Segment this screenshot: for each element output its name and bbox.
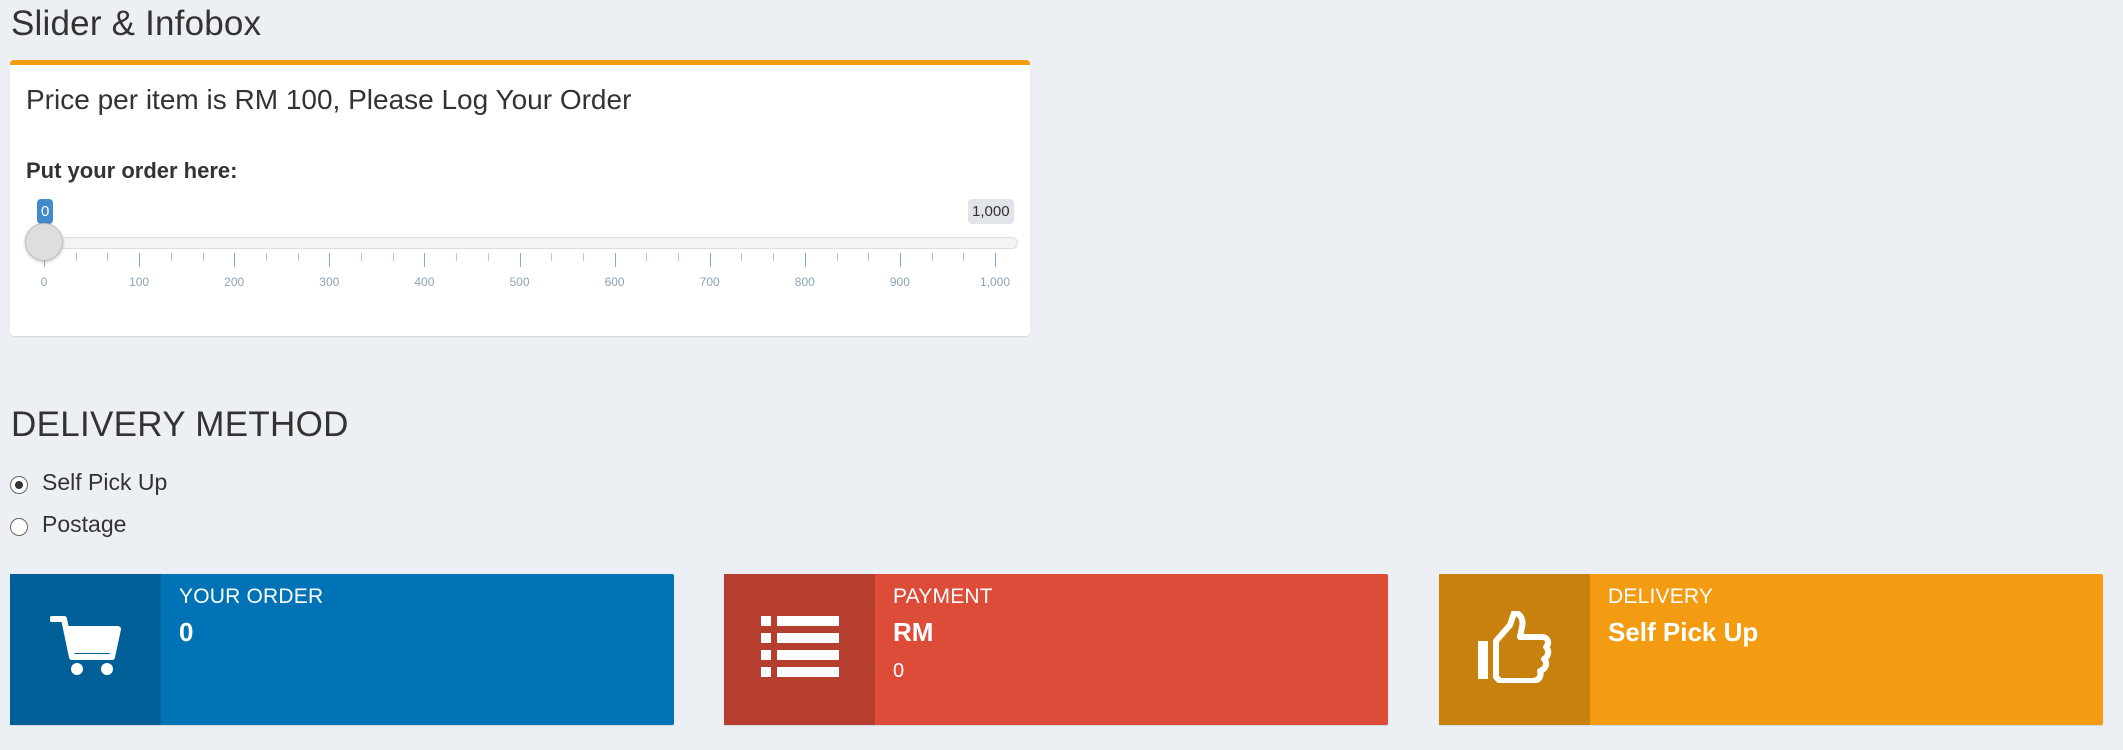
infobox-value: RM	[893, 617, 934, 647]
slider-tick-label: 1,000	[979, 275, 1011, 289]
slider-tick-minor	[107, 253, 109, 261]
slider-tick-minor	[361, 253, 362, 261]
slider-tick-minor	[646, 253, 648, 261]
slider-tick-minor	[836, 253, 838, 261]
slider-tick-major	[614, 253, 616, 267]
slider-tick-major	[804, 253, 806, 267]
slider-tick-label: 800	[794, 275, 815, 289]
infobox-icon-area	[1439, 574, 1590, 725]
slider-tick-minor	[551, 253, 553, 261]
slider-tick-minor	[678, 253, 679, 261]
slider-handle[interactable]	[25, 223, 63, 261]
slider-tick-minor	[963, 253, 965, 261]
slider-tick-minor	[202, 253, 204, 261]
slider-tick-major	[234, 253, 236, 267]
slider-tick-minor	[75, 253, 77, 261]
slider-tick-major	[709, 253, 711, 267]
slider-tick-label: 200	[224, 275, 245, 289]
slider-tick-major	[329, 253, 331, 267]
slider-tick-major	[995, 253, 996, 267]
infobox-title: DELIVERY	[1608, 585, 1714, 608]
slider-tick-minor	[487, 253, 489, 261]
slider-tick-label: 700	[699, 275, 720, 289]
radio-label-self-pick-up: Self Pick Up	[42, 468, 168, 495]
shopping-cart-icon	[48, 615, 122, 684]
thumbs-up-icon	[1476, 610, 1554, 688]
slider-tick-minor	[265, 253, 267, 261]
slider-label: Put your order here:	[26, 158, 238, 183]
slider-tick-label: 900	[889, 275, 910, 289]
infobox-icon-area	[10, 574, 161, 725]
slider-tick-minor	[931, 253, 933, 261]
slider-tick-minor	[868, 253, 870, 261]
slider-max-tag: 1,000	[968, 199, 1014, 224]
radio-option-self-pick-up[interactable]: Self Pick Up	[10, 467, 167, 497]
infobox-subvalue: 0	[893, 660, 905, 682]
slider-value-tag: 0	[37, 199, 54, 224]
slider-tick-major	[139, 253, 141, 267]
slider-tick-label: 100	[129, 275, 150, 289]
slider-tick-label: 400	[414, 275, 435, 289]
slider-tick-label: 0	[40, 275, 48, 289]
radio-button-postage[interactable]	[10, 518, 28, 536]
slider-tick-minor	[582, 253, 584, 261]
infobox-title: YOUR ORDER	[179, 585, 324, 608]
radio-option-postage[interactable]: Postage	[10, 509, 126, 539]
radio-button-self-pick-up[interactable]	[10, 476, 28, 494]
slider-tick-label: 600	[604, 275, 625, 289]
order-box-title: Price per item is RM 100, Please Log You…	[26, 84, 632, 115]
infobox-icon-area	[724, 574, 875, 725]
list-icon	[760, 616, 839, 683]
slider-tick-minor	[456, 253, 458, 261]
slider-tick-major	[519, 253, 521, 267]
slider-track[interactable]	[42, 237, 1018, 249]
slider-tick-label: 300	[319, 275, 340, 289]
infobox-title: PAYMENT	[893, 585, 993, 608]
infobox-value: 0	[179, 617, 194, 647]
infobox-value: Self Pick Up	[1608, 617, 1759, 647]
slider-tick-minor	[170, 253, 172, 261]
slider-tick-major	[899, 253, 901, 267]
order-box: Price per item is RM 100, Please Log You…	[10, 60, 1030, 336]
slider-tick-minor	[392, 253, 394, 261]
infobox-your-order: YOUR ORDER 0	[10, 574, 674, 725]
infobox-payment: PAYMENT RM 0	[724, 574, 1388, 725]
delivery-method-heading: DELIVERY METHOD	[11, 405, 349, 444]
page-title: Slider & Infobox	[11, 4, 262, 43]
slider-tick-minor	[773, 253, 775, 261]
slider-tick-minor	[297, 253, 299, 261]
slider-tick-minor	[741, 253, 743, 261]
slider-tick-label: 500	[509, 275, 530, 289]
slider-tick-major	[424, 253, 426, 267]
infobox-delivery: DELIVERY Self Pick Up	[1439, 574, 2103, 725]
radio-label-postage: Postage	[42, 510, 127, 537]
